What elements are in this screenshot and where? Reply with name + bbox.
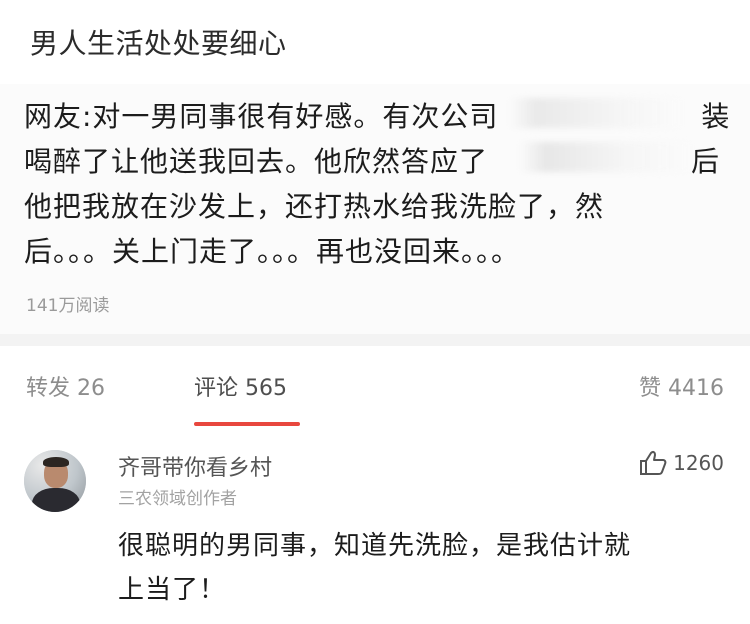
comment-line: 上当了！ bbox=[118, 575, 227, 605]
read-count: 141万阅读 bbox=[26, 296, 110, 316]
blurred-text-mask bbox=[520, 142, 690, 172]
comment-body: 很聪明的男同事，知道先洗脸，是我估计就 上当了！ bbox=[118, 524, 728, 612]
commenter-tag: 三农领域创作者 bbox=[118, 489, 237, 509]
post-line: 后。。。关上门走了。。。再也没回来。。。 bbox=[24, 235, 521, 268]
comment-like-button[interactable]: 1260 bbox=[639, 450, 724, 476]
post-line: 他把我放在沙发上，还打热水给我洗脸了，然 bbox=[24, 190, 605, 223]
comment-item: 齐哥带你看乡村 三农领域创作者 1260 很聪明的男同事，知道先洗脸，是我估计就… bbox=[0, 438, 750, 624]
blurred-text-mask bbox=[510, 98, 680, 128]
active-tab-indicator bbox=[194, 422, 300, 426]
avatar[interactable] bbox=[24, 450, 86, 512]
comment-line: 很聪明的男同事，知道先洗脸，是我估计就 bbox=[118, 531, 632, 561]
page-title: 男人生活处处要细心 bbox=[30, 27, 287, 60]
tab-repost[interactable]: 转发 26 bbox=[26, 370, 105, 402]
page-header: 男人生活处处要细心 bbox=[0, 0, 750, 84]
comment-like-count: 1260 bbox=[673, 451, 724, 475]
post-card: 网友:对一男同事很有好感。有次公司 装 喝醉了让他送我回去。他欣然答应了 后 他… bbox=[0, 84, 750, 334]
interaction-tabs: 转发 26 评论 565 赞 4416 bbox=[0, 346, 750, 438]
tab-comments[interactable]: 评论 565 bbox=[194, 370, 287, 402]
screenshot-area: 网友:对一男同事很有好感。有次公司 装 喝醉了让他送我回去。他欣然答应了 后 他… bbox=[0, 84, 750, 624]
tab-likes[interactable]: 赞 4416 bbox=[639, 370, 724, 402]
commenter-name[interactable]: 齐哥带你看乡村 bbox=[118, 450, 272, 482]
thumbs-up-icon bbox=[640, 450, 667, 475]
